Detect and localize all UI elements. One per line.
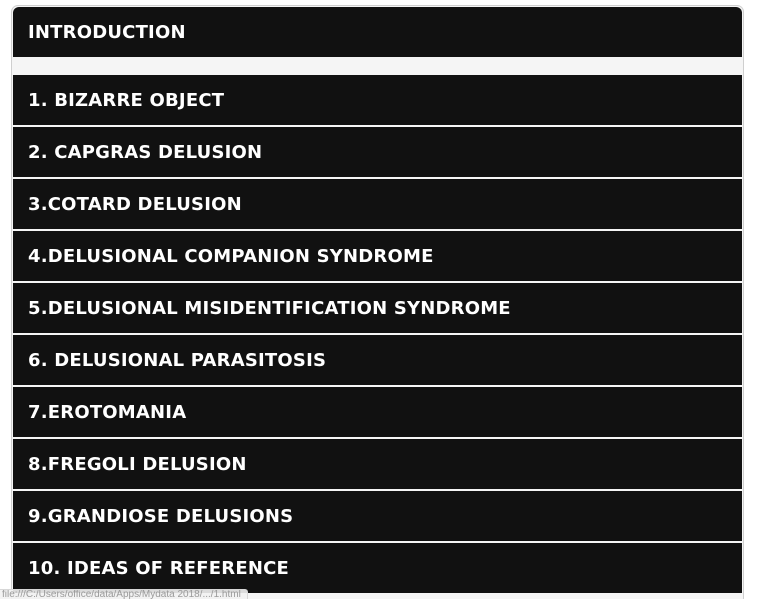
status-url: file:///C:/Users/office/data/Apps/Mydata… bbox=[2, 589, 241, 599]
browser-status-bar: file:///C:/Users/office/data/Apps/Mydata… bbox=[0, 589, 248, 599]
topic-item-label: 10. IDEAS OF REFERENCE bbox=[28, 557, 289, 579]
accordion-panel: INTRODUCTION 1. BIZARRE OBJECT 2. CAPGRA… bbox=[11, 5, 744, 599]
topic-item-delusional-misidentification-syndrome[interactable]: 5.DELUSIONAL MISIDENTIFICATION SYNDROME bbox=[13, 283, 742, 333]
topic-item-delusional-parasitosis[interactable]: 6. DELUSIONAL PARASITOSIS bbox=[13, 335, 742, 385]
topic-list: 1. BIZARRE OBJECT 2. CAPGRAS DELUSION 3.… bbox=[13, 75, 742, 595]
topic-item-label: 2. CAPGRAS DELUSION bbox=[28, 141, 263, 163]
topic-item-delusional-companion-syndrome[interactable]: 4.DELUSIONAL COMPANION SYNDROME bbox=[13, 231, 742, 281]
section-header-label: INTRODUCTION bbox=[28, 21, 186, 43]
section-header-introduction[interactable]: INTRODUCTION bbox=[13, 7, 742, 57]
topic-item-label: 8.FREGOLI DELUSION bbox=[28, 453, 247, 475]
topic-item-label: 4.DELUSIONAL COMPANION SYNDROME bbox=[28, 245, 434, 267]
topic-item-ideas-of-reference[interactable]: 10. IDEAS OF REFERENCE bbox=[13, 543, 742, 593]
topic-item-capgras-delusion[interactable]: 2. CAPGRAS DELUSION bbox=[13, 127, 742, 177]
topic-item-cotard-delusion[interactable]: 3.COTARD DELUSION bbox=[13, 179, 742, 229]
topic-item-label: 1. BIZARRE OBJECT bbox=[28, 89, 225, 111]
topic-item-grandiose-delusions[interactable]: 9.GRANDIOSE DELUSIONS bbox=[13, 491, 742, 541]
topic-item-bizarre-object[interactable]: 1. BIZARRE OBJECT bbox=[13, 75, 742, 125]
topic-item-label: 7.EROTOMANIA bbox=[28, 401, 187, 423]
topic-item-label: 6. DELUSIONAL PARASITOSIS bbox=[28, 349, 327, 371]
topic-item-label: 5.DELUSIONAL MISIDENTIFICATION SYNDROME bbox=[28, 297, 511, 319]
topic-item-fregoli-delusion[interactable]: 8.FREGOLI DELUSION bbox=[13, 439, 742, 489]
topic-item-erotomania[interactable]: 7.EROTOMANIA bbox=[13, 387, 742, 437]
topic-item-label: 3.COTARD DELUSION bbox=[28, 193, 242, 215]
header-spacer bbox=[13, 57, 742, 75]
topic-item-label: 9.GRANDIOSE DELUSIONS bbox=[28, 505, 294, 527]
